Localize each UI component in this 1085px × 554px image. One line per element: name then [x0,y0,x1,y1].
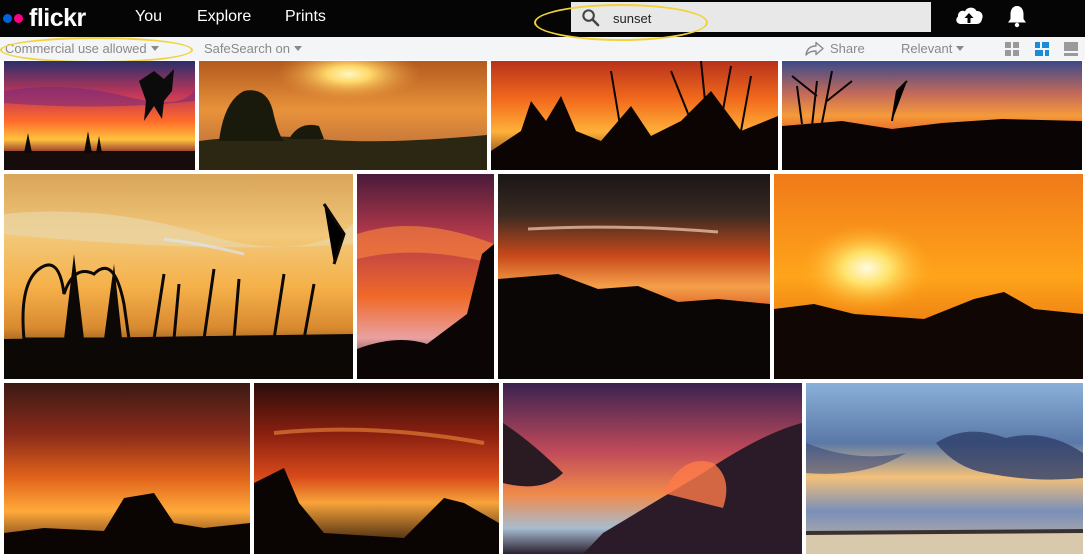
grid-small-view-icon[interactable] [1004,41,1020,57]
chevron-down-icon [956,46,965,51]
safesearch-label: SafeSearch on [204,41,291,56]
share-button[interactable]: Share [805,41,865,56]
chevron-down-icon [150,46,159,51]
search-input[interactable] [611,6,915,30]
license-filter-dropdown[interactable]: Commercial use allowed [5,41,159,56]
chevron-down-icon [294,46,303,51]
photo-tile[interactable] [199,61,487,170]
bell-icon[interactable] [1006,4,1028,28]
photo-tile[interactable] [4,383,250,554]
logo-pink-dot [14,13,23,23]
top-navigation-bar: flickr You Explore Prints [0,0,1085,37]
photo-tile[interactable] [4,174,353,379]
photo-tile[interactable] [503,383,802,554]
filter-bar: Commercial use allowed SafeSearch on Sha… [0,37,1085,60]
license-filter-label: Commercial use allowed [5,41,147,56]
search-icon [582,9,600,27]
photo-tile[interactable] [498,174,770,379]
nav-explore[interactable]: Explore [197,0,251,33]
share-label: Share [830,41,865,56]
nav-you[interactable]: You [135,0,162,33]
search-box[interactable] [571,2,931,32]
flickr-logo[interactable]: flickr [3,2,86,34]
cloud-upload-icon[interactable] [954,4,984,28]
safesearch-dropdown[interactable]: SafeSearch on [204,41,303,56]
share-arrow-icon [805,41,824,56]
photo-tile[interactable] [357,174,494,379]
logo-blue-dot [3,13,12,23]
list-view-icon[interactable] [1063,41,1079,57]
grid-justified-view-icon[interactable] [1034,41,1050,57]
sort-label: Relevant [901,41,953,56]
logo-text: flickr [29,3,86,32]
photo-tile[interactable] [782,61,1082,170]
photo-tile[interactable] [4,61,195,170]
photo-tile[interactable] [806,383,1083,554]
photo-tile[interactable] [774,174,1083,379]
photo-tile[interactable] [254,383,499,554]
photo-tile[interactable] [491,61,778,170]
sort-dropdown[interactable]: Relevant [901,41,965,56]
nav-prints[interactable]: Prints [285,0,326,33]
